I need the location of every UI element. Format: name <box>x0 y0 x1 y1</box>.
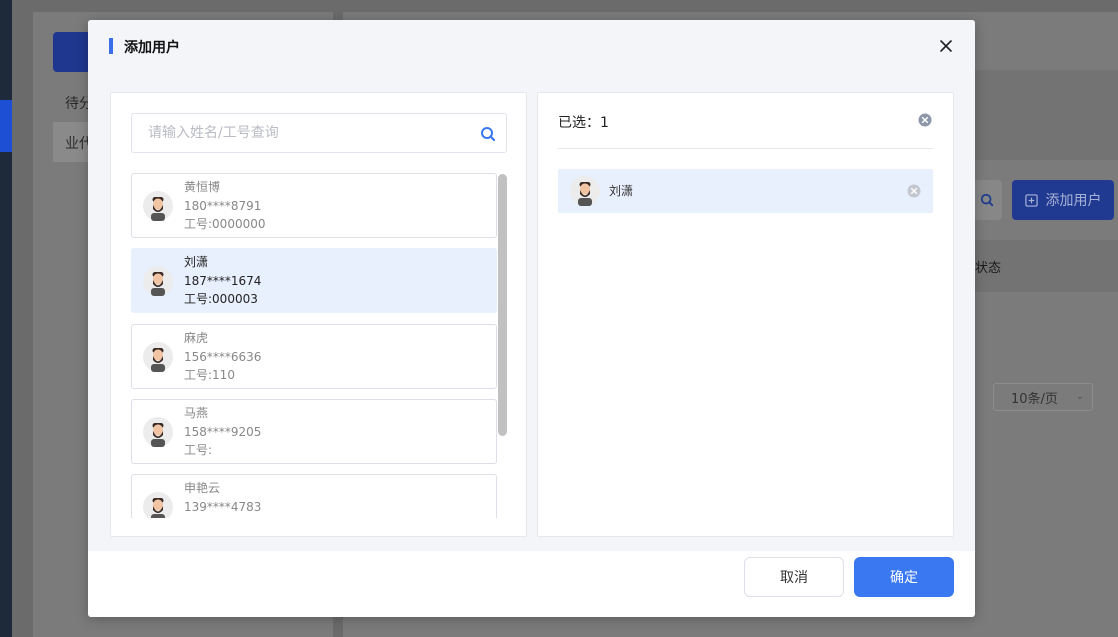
user-phone: 187****1674 <box>184 273 262 288</box>
avatar-icon <box>143 342 173 372</box>
selected-user-chip: 刘潇 <box>558 169 933 213</box>
clear-circle-icon[interactable] <box>907 184 921 198</box>
user-card[interactable]: 马燕 158****9205 工号: <box>131 399 497 464</box>
selected-user-name: 刘潇 <box>609 184 634 198</box>
user-name: 麻虎 <box>184 331 209 345</box>
selected-count-label: 已选：1 <box>558 115 609 131</box>
user-card[interactable]: 麻虎 156****6636 工号:110 <box>131 324 497 389</box>
avatar-icon <box>143 191 173 221</box>
user-phone: 158****9205 <box>184 424 262 439</box>
confirm-button[interactable]: 确定 <box>854 557 954 597</box>
background-header-strip <box>975 70 1118 160</box>
user-name: 马燕 <box>184 406 209 420</box>
nav-active-indicator <box>0 100 12 152</box>
selected-users-panel: 已选：1 刘潇 <box>537 92 954 537</box>
search-icon <box>980 193 994 207</box>
page-size-select[interactable]: 10条/页 ⌄ <box>993 383 1093 411</box>
user-phone: 139****4783 <box>184 499 262 514</box>
user-info: 黄恒博 180****8791 工号:0000000 <box>184 178 266 234</box>
avatar-icon <box>570 176 600 206</box>
avatar-icon <box>143 266 173 296</box>
user-search-input[interactable] <box>132 114 452 152</box>
chevron-down-icon: ⌄ <box>1075 391 1084 402</box>
user-name: 申艳云 <box>184 481 221 495</box>
avatar-icon <box>143 492 173 518</box>
user-phone: 180****8791 <box>184 198 262 213</box>
user-card[interactable]: 黄恒博 180****8791 工号:0000000 <box>131 173 497 238</box>
title-accent-bar <box>109 38 113 54</box>
background-add-user-button[interactable]: 添加用户 <box>1012 180 1114 220</box>
user-name: 刘潇 <box>184 255 209 269</box>
dialog-title: 添加用户 <box>124 40 180 56</box>
user-job-id: 工号:0000000 <box>184 217 266 231</box>
close-icon[interactable] <box>936 36 956 56</box>
dialog-body: 黄恒博 180****8791 工号:0000000 刘潇 187****167… <box>88 71 975 551</box>
clear-circle-icon[interactable] <box>918 113 932 127</box>
user-name: 黄恒博 <box>184 180 221 194</box>
user-phone: 156****6636 <box>184 349 262 364</box>
user-list-scrollbar-thumb[interactable] <box>498 174 507 436</box>
background-table-header: 状态 <box>975 240 1118 292</box>
background-search-button[interactable] <box>972 180 1002 220</box>
user-candidate-panel: 黄恒博 180****8791 工号:0000000 刘潇 187****167… <box>110 92 527 537</box>
user-search-box <box>131 113 507 153</box>
avatar-icon <box>143 417 173 447</box>
page-size-value: 10条/页 <box>1011 391 1058 407</box>
add-user-dialog: 添加用户 黄恒博 180****8791 工号:0000000 <box>88 20 975 617</box>
app-nav-strip <box>0 0 12 637</box>
user-job-id: 工号:000003 <box>184 292 258 306</box>
plus-square-icon <box>1024 193 1038 207</box>
search-icon[interactable] <box>480 126 496 142</box>
user-card[interactable]: 申艳云 139****4783 <box>131 474 497 518</box>
background-add-user-label: 添加用户 <box>1045 193 1102 209</box>
user-info: 马燕 158****9205 工号: <box>184 404 261 460</box>
user-job-id: 工号: <box>184 443 213 457</box>
user-list[interactable]: 黄恒博 180****8791 工号:0000000 刘潇 187****167… <box>131 173 508 518</box>
user-info: 麻虎 156****6636 工号:110 <box>184 329 261 385</box>
user-job-id: 工号:110 <box>184 368 235 382</box>
table-col-status: 状态 <box>975 261 1002 276</box>
dialog-header: 添加用户 <box>88 20 975 71</box>
selected-panel-divider <box>558 148 933 149</box>
user-info: 刘潇 187****1674 工号:000003 <box>184 253 261 309</box>
user-card-selected[interactable]: 刘潇 187****1674 工号:000003 <box>131 248 497 313</box>
cancel-button[interactable]: 取消 <box>744 557 844 597</box>
user-info: 申艳云 139****4783 <box>184 479 261 516</box>
